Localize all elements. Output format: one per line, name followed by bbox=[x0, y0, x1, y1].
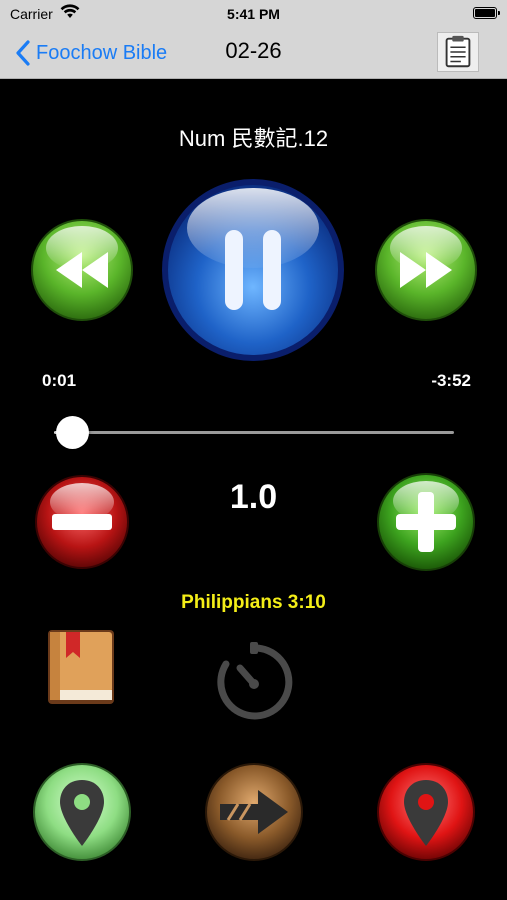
rewind-button[interactable] bbox=[30, 218, 134, 322]
navigation-bar: Foochow Bible 02-26 bbox=[0, 28, 507, 79]
arrow-right-icon bbox=[205, 763, 303, 861]
location-pin-icon bbox=[377, 763, 475, 861]
rewind-icon bbox=[31, 219, 133, 321]
elapsed-time: 0:01 bbox=[42, 371, 77, 390]
clipboard-icon bbox=[445, 35, 471, 68]
bookmark-book-icon bbox=[48, 630, 114, 704]
book-button[interactable] bbox=[44, 624, 118, 708]
pause-button[interactable] bbox=[159, 176, 347, 364]
sleep-timer-button[interactable] bbox=[212, 640, 296, 724]
mark-start-button[interactable] bbox=[32, 762, 132, 862]
clipboard-button[interactable] bbox=[437, 32, 479, 72]
track-title: Num 民數記.12 bbox=[178, 126, 329, 151]
status-time: 5:41 PM bbox=[227, 6, 280, 22]
plus-icon bbox=[377, 473, 475, 571]
chevron-left-icon bbox=[16, 40, 30, 66]
fast-forward-button[interactable] bbox=[374, 218, 478, 322]
verse-reference[interactable]: Philippians 3:10 bbox=[0, 592, 507, 614]
back-button[interactable]: Foochow Bible bbox=[14, 38, 167, 68]
back-button-label: Foochow Bible bbox=[36, 41, 168, 64]
location-pin-icon bbox=[33, 763, 131, 861]
next-button[interactable] bbox=[204, 762, 304, 862]
battery-icon bbox=[473, 7, 500, 19]
pause-icon bbox=[162, 179, 344, 361]
progress-slider-thumb[interactable] bbox=[55, 416, 89, 449]
remaining-time: -3:52 bbox=[431, 371, 471, 390]
mark-end-button[interactable] bbox=[376, 762, 476, 862]
fast-forward-icon bbox=[375, 219, 477, 321]
speed-increase-button[interactable] bbox=[376, 472, 476, 572]
progress-slider-track[interactable] bbox=[70, 431, 454, 434]
timer-icon bbox=[217, 642, 293, 720]
status-bar: Carrier 5:41 PM bbox=[0, 0, 507, 28]
